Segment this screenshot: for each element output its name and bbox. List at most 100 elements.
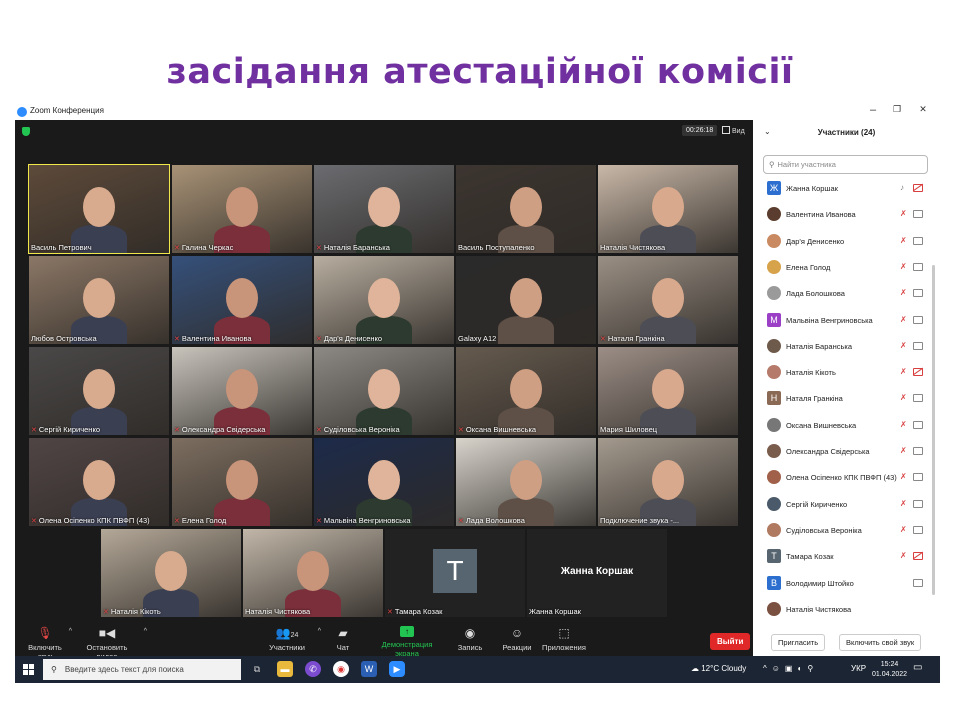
video-tile[interactable]: Жанна Коршак Жанна Коршак: [527, 529, 667, 617]
chrome-icon[interactable]: ◉: [333, 661, 349, 677]
participant-row[interactable]: Дар'я Денисенко ✗: [753, 229, 931, 255]
video-tile[interactable]: ✕ Галина Черкас: [172, 165, 312, 253]
participant-row[interactable]: Лада Болошкова ✗: [753, 281, 931, 307]
camera-icon[interactable]: [913, 210, 923, 219]
chevron-up-icon[interactable]: ^: [318, 628, 321, 635]
participant-row[interactable]: Наталія Чистякова: [753, 597, 931, 623]
participants-button[interactable]: 👥24 Участники ^: [267, 626, 321, 652]
video-tile[interactable]: ✕ Лада Волошкова: [456, 438, 596, 526]
video-tile[interactable]: ✕ Суділовська Вероніка: [314, 347, 454, 435]
video-tile[interactable]: Наталія Чистякова: [598, 165, 738, 253]
camera-icon[interactable]: [913, 236, 923, 245]
participant-row[interactable]: Наталія Кікоть ✗: [753, 360, 931, 386]
video-tile[interactable]: ✕ Олена Осіпенко КПК ПВФП (43): [29, 438, 169, 526]
video-tile[interactable]: ✕ Дар'я Денисенко: [314, 256, 454, 344]
video-tile[interactable]: ✕ Мальвіна Венгриновська: [314, 438, 454, 526]
unmute-myself-button[interactable]: Включить свой звук: [839, 634, 922, 651]
mic-muted-icon[interactable]: ✗: [900, 551, 907, 560]
chevron-up-icon[interactable]: ^: [144, 628, 147, 635]
camera-icon[interactable]: [913, 499, 923, 508]
video-tile[interactable]: Наталія Чистякова: [243, 529, 383, 617]
participant-row[interactable]: Н Наталя Гранкіна ✗: [753, 386, 931, 412]
mic-muted-icon[interactable]: ✗: [900, 393, 907, 402]
weather-widget[interactable]: ☁ 12°C Cloudy: [691, 664, 746, 673]
mic-muted-icon[interactable]: ✗: [900, 315, 907, 324]
video-tile[interactable]: ✕ Наталія Кікоть: [101, 529, 241, 617]
mic-muted-icon[interactable]: ✗: [900, 525, 907, 534]
video-tile[interactable]: ✕ Елена Голод: [172, 438, 312, 526]
participant-row[interactable]: Оксана Вишневська ✗: [753, 413, 931, 439]
video-tile[interactable]: ✕ Олександра Свідерська: [172, 347, 312, 435]
leave-button[interactable]: Выйти: [710, 633, 751, 650]
minimize-button[interactable]: –: [866, 104, 880, 116]
camera-icon[interactable]: [913, 394, 923, 403]
participant-row[interactable]: Олександра Свідерська ✗: [753, 439, 931, 465]
camera-icon[interactable]: [913, 473, 923, 482]
camera-icon[interactable]: [913, 525, 923, 534]
video-tile[interactable]: Подключение звука -...: [598, 438, 738, 526]
camera-icon[interactable]: [913, 289, 923, 298]
video-tile[interactable]: ✕ Оксана Вишневська: [456, 347, 596, 435]
participant-search-input[interactable]: ⚲ Найти участника: [763, 155, 928, 174]
participant-row[interactable]: Ж Жанна Коршак ♪: [753, 176, 931, 202]
taskbar-search-input[interactable]: ⚲ Введите здесь текст для поиска: [43, 659, 241, 680]
participant-row[interactable]: Олена Осіпенко КПК ПВФП (43) ✗: [753, 465, 931, 491]
system-tray-icons[interactable]: ^☺▣◐⚲: [763, 664, 818, 673]
mic-muted-icon[interactable]: ✗: [900, 472, 907, 481]
language-indicator[interactable]: УКР: [851, 664, 866, 673]
chat-button[interactable]: ▰ Чат: [331, 626, 355, 652]
camera-icon[interactable]: [913, 315, 923, 324]
video-tile[interactable]: ✕ Сергій Кириченко: [29, 347, 169, 435]
windows-start-icon[interactable]: [23, 664, 34, 675]
mic-muted-icon[interactable]: ✗: [900, 446, 907, 455]
notifications-icon[interactable]: ▭: [913, 662, 922, 673]
record-button[interactable]: ◉ Запись: [455, 626, 485, 652]
participant-list-scrollbar[interactable]: [932, 265, 935, 595]
camera-icon[interactable]: [913, 262, 923, 271]
zoom-app-icon[interactable]: ▶: [389, 661, 405, 677]
mic-icon[interactable]: ♪: [900, 183, 904, 192]
video-tile[interactable]: T ✕ Тамара Козак: [385, 529, 525, 617]
participant-row[interactable]: Елена Голод ✗: [753, 255, 931, 281]
mic-muted-icon[interactable]: ✗: [900, 288, 907, 297]
taskbar-clock[interactable]: 15:24 01.04.2022: [872, 660, 907, 680]
file-explorer-icon[interactable]: ▬: [277, 661, 293, 677]
mic-muted-icon[interactable]: ✗: [900, 499, 907, 508]
participant-row[interactable]: Наталія Баранська ✗: [753, 334, 931, 360]
mic-muted-icon[interactable]: ✗: [900, 262, 907, 271]
reactions-button[interactable]: ☺ Реакции: [500, 626, 534, 652]
camera-off-icon[interactable]: [913, 368, 923, 377]
video-tile[interactable]: ✕ Наталя Гранкіна: [598, 256, 738, 344]
view-button[interactable]: Вид: [722, 126, 745, 135]
chevron-up-icon[interactable]: ^: [69, 628, 72, 635]
viber-icon[interactable]: ✆: [305, 661, 321, 677]
maximize-button[interactable]: ❐: [890, 104, 904, 115]
camera-off-icon[interactable]: [913, 552, 923, 561]
participant-row[interactable]: В Володимир Штойко: [753, 571, 931, 597]
share-screen-button[interactable]: ↑ Демонстрация экрана: [369, 626, 445, 658]
mic-muted-icon[interactable]: ✗: [900, 209, 907, 218]
video-tile[interactable]: Василь Петрович: [28, 164, 170, 254]
camera-icon[interactable]: [913, 447, 923, 455]
camera-icon[interactable]: [913, 420, 923, 429]
apps-button[interactable]: ⬚ Приложения: [542, 626, 586, 652]
video-tile[interactable]: Василь Поступаленко: [456, 165, 596, 253]
camera-off-icon[interactable]: [913, 184, 923, 192]
participant-row[interactable]: T Тамара Козак ✗: [753, 544, 931, 570]
camera-icon[interactable]: [913, 341, 923, 350]
video-tile[interactable]: Любов Островська: [29, 256, 169, 344]
security-shield-icon[interactable]: [22, 127, 30, 136]
video-tile[interactable]: ✕ Валентина Иванова: [172, 256, 312, 344]
close-button[interactable]: ✕: [916, 104, 930, 115]
word-icon[interactable]: W: [361, 661, 377, 677]
video-tile[interactable]: Мария Шиловец: [598, 347, 738, 435]
participant-row[interactable]: M Мальвіна Венгриновська ✗: [753, 308, 931, 334]
mic-muted-icon[interactable]: ✗: [900, 341, 907, 350]
video-tile[interactable]: ✕ Наталія Баранська: [314, 165, 454, 253]
task-view-icon[interactable]: ⧉: [249, 661, 265, 677]
mic-muted-icon[interactable]: ✗: [900, 236, 907, 245]
mic-muted-icon[interactable]: ✗: [900, 367, 907, 376]
invite-button[interactable]: Пригласить: [771, 634, 826, 651]
participant-row[interactable]: Суділовська Вероніка ✗: [753, 518, 931, 544]
video-tile[interactable]: Galaxy A12: [456, 256, 596, 344]
